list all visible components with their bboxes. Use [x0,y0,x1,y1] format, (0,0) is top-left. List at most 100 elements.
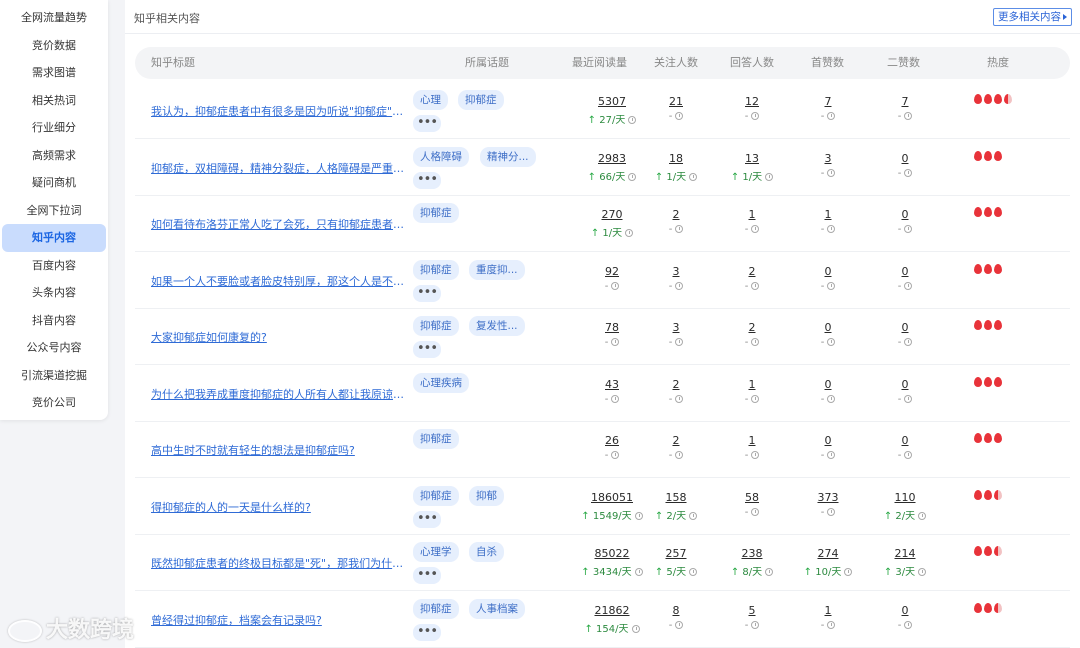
clock-icon[interactable] [625,229,634,237]
clock-icon[interactable] [751,394,760,403]
second-likes-value[interactable]: 0 [865,604,945,617]
question-title-link[interactable]: 抑郁症，双相障碍，精神分裂症，人格障碍是严重程... [151,160,406,176]
clock-icon[interactable] [827,112,836,120]
clock-icon[interactable] [675,451,684,459]
second-likes-value[interactable]: 214 [865,547,945,560]
topic-tag[interactable]: 精神分... [480,146,536,167]
sidebar-item[interactable]: 头条内容 [2,279,106,307]
answers-value[interactable]: 1 [712,378,792,391]
clock-icon[interactable] [827,394,836,403]
answers-value[interactable]: 2 [712,265,792,278]
clock-icon[interactable] [675,394,684,403]
clock-icon[interactable] [611,394,620,403]
clock-icon[interactable] [904,168,913,177]
clock-icon[interactable] [751,338,760,346]
followers-value[interactable]: 21 [636,95,716,108]
answers-value[interactable]: 12 [712,95,792,108]
col-heat[interactable]: 热度 [987,47,1009,79]
followers-value[interactable]: 3 [636,321,716,334]
answers-value[interactable]: 13 [712,152,792,165]
clock-icon[interactable] [827,507,836,516]
topic-tag[interactable]: 心理 [413,90,448,110]
more-tags-button[interactable]: ••• [413,623,441,641]
clock-icon[interactable] [827,451,836,459]
col-second-likes[interactable]: 二赞数 [887,47,920,79]
topic-tag[interactable]: 抑郁症 [413,485,459,506]
question-title-link[interactable]: 既然抑郁症患者的终极目标都是"死"，那我们为什么... [151,555,406,571]
second-likes-value[interactable]: 0 [865,378,945,391]
more-tags-button[interactable]: ••• [413,341,441,358]
question-title-link[interactable]: 如何看待布洛芬正常人吃了会死，只有抑郁症患者才... [151,216,406,232]
topic-tag[interactable]: 抑郁 [469,485,504,506]
first-likes-value[interactable]: 0 [788,265,868,278]
second-likes-value[interactable]: 110 [865,491,945,504]
first-likes-value[interactable]: 7 [788,95,868,108]
sidebar-item[interactable]: 公众号内容 [2,334,106,362]
second-likes-value[interactable]: 7 [865,95,945,108]
clock-icon[interactable] [611,451,620,459]
sidebar-item[interactable]: 知乎内容 [2,224,106,252]
topic-tag[interactable]: 抑郁症 [413,598,459,619]
clock-icon[interactable] [844,568,853,576]
clock-icon[interactable] [918,568,927,576]
topic-tag[interactable]: 心理疾病 [413,372,469,393]
clock-icon[interactable] [765,172,774,181]
second-likes-value[interactable]: 0 [865,321,945,334]
question-title-link[interactable]: 曾经得过抑郁症，档案会有记录吗? [151,612,406,628]
first-likes-value[interactable]: 373 [788,491,868,504]
clock-icon[interactable] [611,338,620,346]
clock-icon[interactable] [751,281,760,290]
col-followers[interactable]: 关注人数 [654,47,698,79]
clock-icon[interactable] [751,620,760,629]
clock-icon[interactable] [827,225,836,233]
answers-value[interactable]: 5 [712,604,792,617]
sidebar-item[interactable]: 行业细分 [2,114,106,142]
first-likes-value[interactable]: 274 [788,547,868,560]
clock-icon[interactable] [689,568,698,576]
more-tags-button[interactable]: ••• [413,567,441,584]
clock-icon[interactable] [675,281,684,290]
answers-value[interactable]: 2 [712,321,792,334]
more-content-button[interactable]: 更多相关内容 [993,8,1072,26]
sidebar-item[interactable]: 疑问商机 [2,169,106,197]
clock-icon[interactable] [675,225,684,233]
sidebar-item[interactable]: 抖音内容 [2,307,106,335]
topic-tag[interactable]: 抑郁症 [413,429,459,449]
question-title-link[interactable]: 得抑郁症的人的一天是什么样的? [151,499,406,515]
more-tags-button[interactable]: ••• [413,115,441,132]
topic-tag[interactable]: 复发性... [469,316,525,336]
followers-value[interactable]: 18 [636,152,716,165]
sidebar-item[interactable]: 竞价数据 [2,32,106,60]
question-title-link[interactable]: 为什么把我弄成重度抑郁症的人所有人都让我原谅她? [151,386,406,402]
sidebar-item[interactable]: 全网下拉词 [2,197,106,225]
first-likes-value[interactable]: 1 [788,604,868,617]
more-tags-button[interactable]: ••• [413,284,441,302]
first-likes-value[interactable]: 3 [788,152,868,165]
topic-tag[interactable]: 心理学 [413,542,459,562]
second-likes-value[interactable]: 0 [865,208,945,221]
first-likes-value[interactable]: 0 [788,321,868,334]
topic-tag[interactable]: 人事档案 [469,598,525,619]
topic-tag[interactable]: 自杀 [469,542,504,562]
clock-icon[interactable] [611,281,620,290]
followers-value[interactable]: 8 [636,604,716,617]
clock-icon[interactable] [751,507,760,516]
clock-icon[interactable] [904,112,913,120]
clock-icon[interactable] [765,568,774,576]
question-title-link[interactable]: 如果一个人不要脸或者脸皮特别厚，那这个人是不是... [151,273,406,289]
clock-icon[interactable] [827,168,836,177]
second-likes-value[interactable]: 0 [865,265,945,278]
second-likes-value[interactable]: 0 [865,434,945,447]
followers-value[interactable]: 2 [636,378,716,391]
clock-icon[interactable] [904,338,913,346]
sidebar-item[interactable]: 百度内容 [2,252,106,280]
clock-icon[interactable] [675,620,684,629]
sidebar-item[interactable]: 高频需求 [2,142,106,170]
col-reads[interactable]: 最近阅读量 [572,47,627,79]
clock-icon[interactable] [675,338,684,346]
followers-value[interactable]: 257 [636,547,716,560]
question-title-link[interactable]: 高中生时不时就有轻生的想法是抑郁症吗? [151,442,406,458]
answers-value[interactable]: 1 [712,434,792,447]
first-likes-value[interactable]: 0 [788,434,868,447]
followers-value[interactable]: 158 [636,491,716,504]
